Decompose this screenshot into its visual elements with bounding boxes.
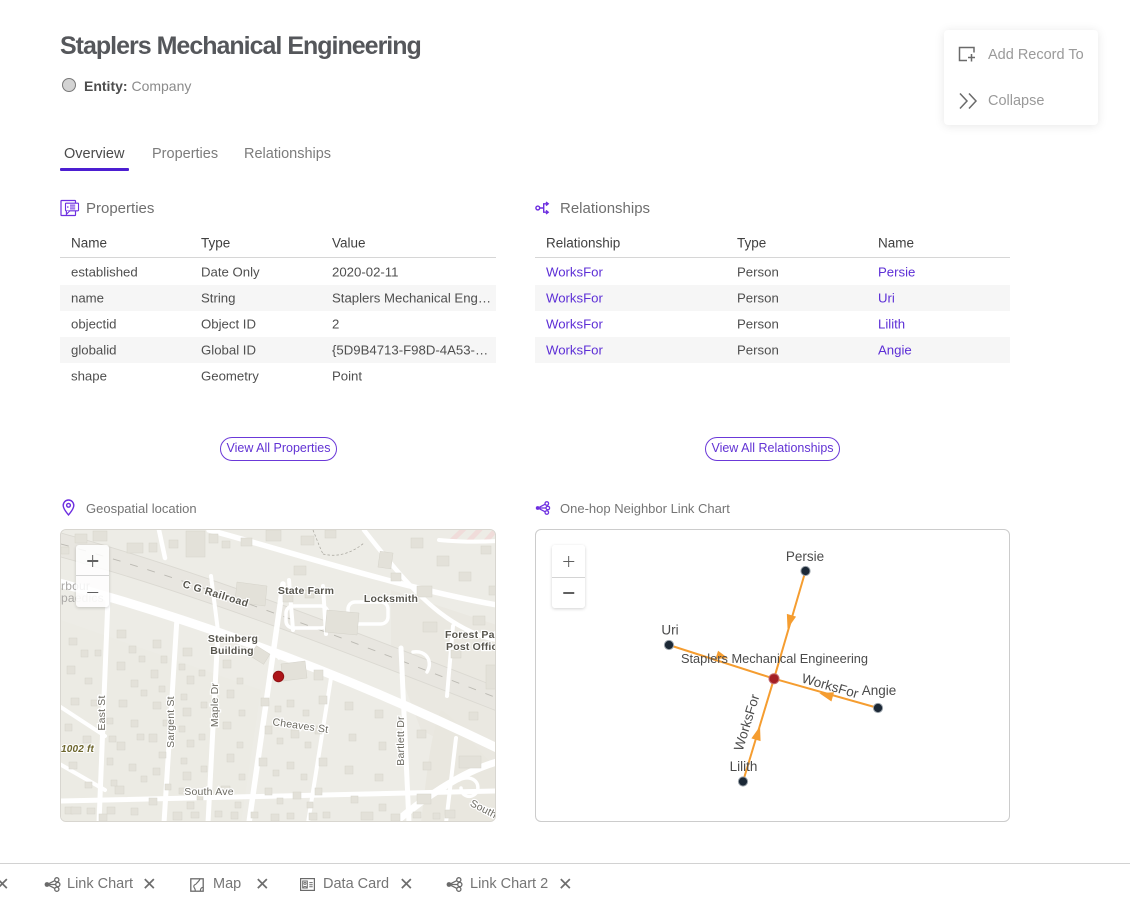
svg-text:State Farm: State Farm xyxy=(278,585,334,597)
svg-text:Angie: Angie xyxy=(862,683,897,698)
svg-text:Building: Building xyxy=(210,645,254,657)
svg-text:1002 ft: 1002 ft xyxy=(61,744,95,755)
svg-text:Locksmith: Locksmith xyxy=(364,593,418,605)
svg-text:Sargent St: Sargent St xyxy=(165,696,177,748)
svg-text:Staplers Mechanical Engineerin: Staplers Mechanical Engineering xyxy=(681,651,868,666)
svg-text:WorksFor: WorksFor xyxy=(731,692,763,753)
svg-text:Persie: Persie xyxy=(786,549,824,564)
svg-text:Post Office: Post Office xyxy=(446,641,496,653)
svg-text:Uri: Uri xyxy=(661,623,678,638)
svg-text:Maple Dr: Maple Dr xyxy=(209,683,221,727)
svg-text:Steinberg: Steinberg xyxy=(208,633,258,645)
svg-text:South Ave: South Ave xyxy=(184,786,233,798)
svg-text:Forest Par: Forest Par xyxy=(445,629,496,641)
svg-text:East St: East St xyxy=(96,695,108,730)
svg-text:Lilith: Lilith xyxy=(730,759,758,774)
svg-text:Bartlett Dr: Bartlett Dr xyxy=(395,716,407,766)
